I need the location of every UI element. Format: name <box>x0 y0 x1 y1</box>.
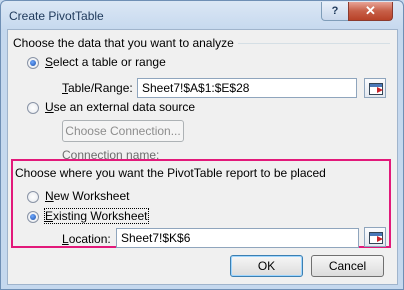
table-range-selector-button[interactable] <box>364 78 386 98</box>
dialog-window: Create PivotTable ? ✕ Choose the data th… <box>0 0 404 290</box>
location-selector-button[interactable] <box>364 227 386 247</box>
new-worksheet-radio[interactable] <box>27 191 39 203</box>
close-icon: ✕ <box>365 3 376 18</box>
location-input[interactable]: Sheet7!$K$6 <box>116 228 359 248</box>
dialog-body: Choose the data that you want to analyze… <box>7 29 398 285</box>
table-range-input[interactable]: Sheet7!$A$1:$E$28 <box>137 78 357 98</box>
new-worksheet-label[interactable]: New Worksheet <box>45 189 129 203</box>
group-divider <box>238 43 390 44</box>
section-analyze-heading: Choose the data that you want to analyze <box>13 36 234 50</box>
existing-worksheet-radio[interactable] <box>27 211 39 223</box>
help-icon: ? <box>331 5 339 17</box>
close-button[interactable]: ✕ <box>348 2 393 21</box>
existing-worksheet-label[interactable]: Existing Worksheet <box>44 208 149 224</box>
dialog-title: Create PivotTable <box>9 9 104 23</box>
external-source-label[interactable]: Use an external data source <box>45 100 195 114</box>
table-range-label: Table/Range: <box>62 81 133 95</box>
location-label: Location: <box>62 232 111 246</box>
section-placement-heading: Choose where you want the PivotTable rep… <box>15 166 326 180</box>
ok-button[interactable]: OK <box>230 255 303 277</box>
choose-connection-button[interactable]: Choose Connection... <box>62 120 184 142</box>
select-table-label[interactable]: Select a table or range <box>45 55 166 69</box>
select-table-radio[interactable] <box>27 57 39 69</box>
cancel-button[interactable]: Cancel <box>311 255 384 277</box>
help-button[interactable]: ? <box>321 2 349 21</box>
external-source-radio[interactable] <box>27 102 39 114</box>
